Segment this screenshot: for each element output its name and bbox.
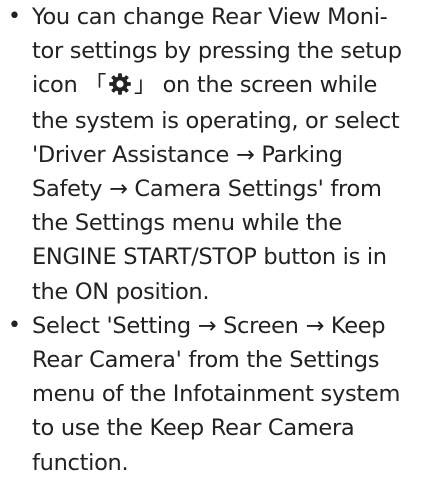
gear-icon [107,71,133,97]
text-line: the Settings menu while the [32,210,342,237]
text-line: 'Driver Assistance → Parking [32,141,343,168]
text-line: Rear Camera' from the Settings [32,347,380,374]
text-line: tor settings by pressing the setup [32,38,402,65]
text-segment: icon [32,72,85,99]
text-line: the system is operating, or select [32,107,400,134]
text-segment: on the screen while [155,72,378,99]
text-line: menu of the Infotainment system [32,381,401,408]
text-line: icon 「 」 on the screen while [32,68,427,103]
text-line: You can change Rear View Moni- [32,4,388,30]
text-line: to use the Keep Rear Camera [32,415,355,442]
text-line: Safety → Camera Settings' from [32,176,382,203]
bracket-close: 」 [134,73,156,99]
list-item: • Select 'Setting → Screen → Keep Rear C… [0,309,431,480]
instruction-list: • You can change Rear View Moni- tor set… [0,0,431,480]
bullet-marker: • [8,312,21,338]
bullet-marker: • [8,4,21,29]
text-line: ENGINE START/STOP button is in [32,244,387,271]
bracket-open: 「 [84,73,107,99]
list-item: • You can change Rear View Moni- tor set… [0,0,431,309]
text-line: the ON position. [32,278,210,305]
text-line: Select 'Setting → Screen → Keep [32,312,386,339]
text-line: function. [32,449,129,476]
manual-page: • You can change Rear View Moni- tor set… [0,0,431,486]
